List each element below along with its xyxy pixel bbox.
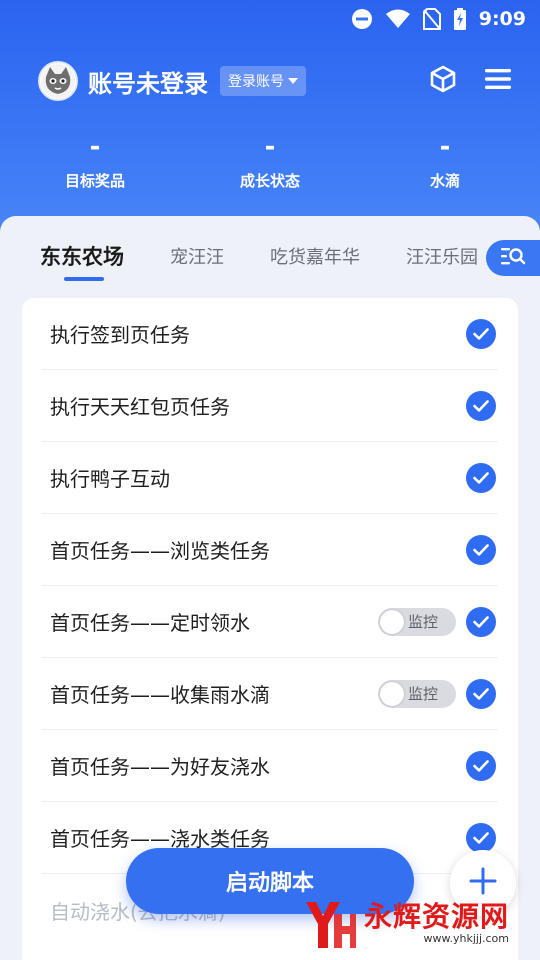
checkmark-icon[interactable]	[466, 750, 496, 781]
task-label: 首页任务——收集雨水滴	[50, 683, 270, 707]
tab-wangwang-park[interactable]: 汪汪乐园	[406, 243, 478, 269]
watermark-text: 永辉资源网 www.yhkjjj.com	[364, 899, 510, 945]
monitor-toggle[interactable]: 监控	[378, 607, 456, 636]
task-row[interactable]: 执行签到页任务	[42, 298, 498, 370]
stat-label: 成长状态	[239, 172, 300, 190]
watermark-url: www.yhkjjj.com	[423, 931, 510, 945]
checkmark-icon[interactable]	[466, 318, 496, 349]
login-account-button[interactable]: 登录账号	[220, 66, 306, 96]
monitor-label: 监控	[408, 613, 439, 631]
cube-icon[interactable]	[428, 64, 458, 98]
task-row[interactable]: 首页任务——定时领水 监控	[42, 586, 498, 658]
battery-charging-icon	[453, 8, 467, 30]
stat-water-drops: - 水滴	[350, 130, 540, 191]
chevron-down-icon	[288, 78, 298, 84]
account-row: 账号未登录 登录账号	[38, 60, 306, 102]
wifi-icon	[385, 9, 411, 29]
checkmark-icon[interactable]	[466, 462, 496, 493]
task-label: 执行天天红包页任务	[50, 395, 230, 419]
tab-bar: 东东农场 宠汪汪 吃货嘉年华 汪汪乐园	[0, 216, 540, 296]
checkmark-icon[interactable]	[466, 822, 496, 853]
login-account-label: 登录账号	[228, 74, 284, 90]
header-actions	[428, 64, 512, 98]
tab-chihuo-carnival[interactable]: 吃货嘉年华	[270, 243, 360, 269]
cat-avatar-icon[interactable]	[38, 61, 78, 101]
stat-label: 目标奖品	[64, 172, 125, 190]
monitor-label: 监控	[408, 685, 439, 703]
task-label: 首页任务——为好友浇水	[50, 755, 270, 779]
tab-search-button[interactable]	[486, 240, 540, 276]
task-label: 执行签到页任务	[50, 323, 190, 347]
account-name: 账号未登录	[88, 69, 208, 98]
task-label: 首页任务——定时领水	[50, 611, 250, 635]
checkmark-icon[interactable]	[466, 390, 496, 421]
monitor-toggle[interactable]: 监控	[378, 679, 456, 708]
task-row[interactable]: 首页任务——收集雨水滴 监控	[42, 658, 498, 730]
menu-icon[interactable]	[484, 67, 512, 95]
task-row[interactable]: 首页任务——为好友浇水	[42, 730, 498, 802]
checkmark-icon[interactable]	[466, 534, 496, 565]
stat-value: -	[439, 132, 451, 162]
task-row[interactable]: 执行鸭子互动	[42, 442, 498, 514]
checkmark-icon[interactable]	[466, 606, 496, 637]
watermark-title: 永辉资源网	[364, 899, 510, 933]
tab-dongdong-farm[interactable]: 东东农场	[40, 241, 124, 281]
stat-growth-status: - 成长状态	[190, 130, 350, 191]
checkmark-icon[interactable]	[466, 678, 496, 709]
watermark: 永辉资源网 www.yhkjjj.com	[300, 892, 530, 954]
stat-label: 水滴	[429, 172, 460, 190]
task-label: 执行鸭子互动	[50, 467, 170, 491]
watermark-logo-icon	[300, 894, 358, 952]
tab-chong-wangwang[interactable]: 宠汪汪	[170, 243, 224, 269]
status-time: 9:09	[478, 8, 526, 30]
no-sim-icon	[422, 8, 441, 30]
stat-value: -	[89, 132, 101, 162]
task-row[interactable]: 执行天天红包页任务	[42, 370, 498, 442]
stat-target-prize: - 目标奖品	[0, 130, 190, 191]
status-bar: 9:09	[0, 0, 540, 38]
list-search-icon	[500, 245, 526, 271]
task-row[interactable]: 首页任务——浏览类任务	[42, 514, 498, 586]
task-label: 首页任务——浏览类任务	[50, 539, 270, 563]
toggle-knob	[380, 609, 404, 634]
dnd-icon	[351, 8, 373, 30]
stats-row: - 目标奖品 - 成长状态 - 水滴	[0, 130, 540, 191]
toggle-knob	[380, 681, 404, 706]
stat-value: -	[264, 132, 276, 162]
